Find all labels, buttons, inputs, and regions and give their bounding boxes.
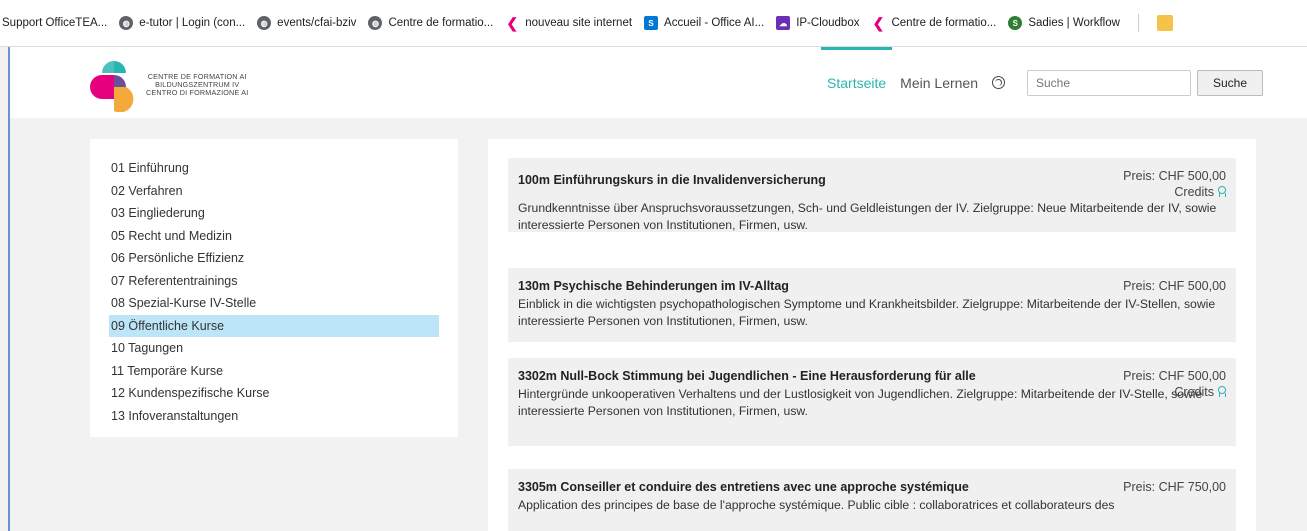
course-title[interactable]: 3305m Conseiller et conduire des entreti… (518, 479, 988, 495)
bookmark-support-officetea[interactable]: Support OfficeTEA... (2, 17, 107, 29)
cfai-logo-icon: ❮ (872, 14, 885, 31)
site-header: CENTRE DE FORMATION AI BILDUNGSZENTRUM I… (10, 47, 1307, 118)
nav-home[interactable]: Startseite (821, 47, 893, 118)
course-description: Application des principes de base de l'a… (518, 498, 1115, 512)
award-icon (1217, 186, 1226, 197)
price-text: Preis: CHF 500,00 (1123, 279, 1226, 293)
sidebar-item-spezial-kurse[interactable]: 08 Spezial-Kurse IV-Stelle (109, 292, 439, 315)
credits-label: Credits (1123, 384, 1226, 400)
sharepoint-icon: S (644, 16, 659, 30)
category-sidebar: 01 Einführung 02 Verfahren 03 Einglieder… (90, 139, 458, 437)
sidebar-item-einfuehrung[interactable]: 01 Einführung (109, 157, 439, 180)
language-globe-icon[interactable] (992, 76, 1005, 89)
globe-icon: ◍ (368, 16, 383, 30)
bookmark-centre-formation-2[interactable]: ❮ Centre de formatio... (871, 14, 997, 31)
sidebar-item-temporaere-kurse[interactable]: 11 Temporäre Kurse (109, 360, 439, 383)
sidebar-item-recht-medizin[interactable]: 05 Recht und Medizin (109, 225, 439, 248)
bookmark-label: e-tutor | Login (con... (139, 17, 246, 29)
bookmark-sadies[interactable]: S Sadies | Workflow (1008, 16, 1120, 30)
course-title[interactable]: 3302m Null-Bock Stimmung bei Jugendliche… (518, 368, 988, 384)
award-icon (1217, 386, 1226, 397)
bookmark-nouveau-site[interactable]: ❮ nouveau site internet (505, 14, 633, 31)
bookmarks-divider (1137, 14, 1139, 32)
course-price: Preis: CHF 500,00 Credits (1123, 368, 1226, 400)
bookmark-label: Centre de formatio... (891, 17, 997, 29)
sidebar-item-eingliederung[interactable]: 03 Eingliederung (109, 202, 439, 225)
logo-mark-icon (90, 61, 134, 112)
nav-my-learning[interactable]: Mein Lernen (900, 47, 978, 118)
course-price: Preis: CHF 500,00 (1123, 278, 1226, 294)
bookmark-accueil-office[interactable]: S Accueil - Office AI... (644, 16, 764, 30)
globe-icon: ◍ (119, 16, 134, 30)
bookmark-label: Sadies | Workflow (1028, 17, 1120, 29)
price-text: Preis: CHF 500,00 (1123, 369, 1226, 383)
course-description: Einblick in die wichtigsten psychopathol… (518, 297, 1216, 328)
credits-text: Credits (1174, 185, 1214, 199)
bookmark-centre-formation-1[interactable]: ◍ Centre de formatio... (368, 16, 493, 30)
course-card[interactable]: 100m Einführungskurs in die Invalidenver… (508, 158, 1236, 232)
credits-text: Credits (1174, 385, 1214, 399)
bookmark-ip-cloudbox[interactable]: ☁ IP-Cloudbox (776, 16, 859, 30)
cfai-logo-icon: ❮ (506, 14, 519, 31)
course-price: Preis: CHF 750,00 (1123, 479, 1226, 495)
search-button[interactable]: Suche (1197, 69, 1263, 96)
logo-text: CENTRE DE FORMATION AI BILDUNGSZENTRUM I… (146, 73, 248, 97)
globe-icon: ◍ (257, 16, 272, 30)
course-card[interactable]: 3305m Conseiller et conduire des entreti… (508, 469, 1236, 531)
course-card[interactable]: 3302m Null-Bock Stimmung bei Jugendliche… (508, 358, 1236, 446)
bookmark-label: Centre de formatio... (388, 17, 494, 29)
logo-line-3: CENTRO DI FORMAZIONE AI (146, 88, 249, 97)
price-text: Preis: CHF 500,00 (1123, 169, 1226, 183)
folder-icon[interactable] (1156, 15, 1173, 31)
course-description: Hintergründe unkooperativen Verhaltens u… (518, 387, 1203, 418)
sidebar-item-referententrainings[interactable]: 07 Referententrainings (109, 270, 439, 293)
course-title[interactable]: 130m Psychische Behinderungen im IV-Allt… (518, 278, 988, 294)
bookmark-label: Support OfficeTEA... (2, 17, 108, 29)
sidebar-item-persoenliche-effizienz[interactable]: 06 Persönliche Effizienz (109, 247, 439, 270)
bookmark-e-tutor[interactable]: ◍ e-tutor | Login (con... (119, 16, 245, 30)
sadies-icon: S (1008, 16, 1023, 30)
credits-label: Credits (1123, 184, 1226, 200)
course-title[interactable]: 100m Einführungskurs in die Invalidenver… (518, 172, 988, 188)
cloudbox-icon: ☁ (776, 16, 791, 30)
bookmark-label: events/cfai-bziv (277, 17, 357, 29)
sidebar-item-verfahren[interactable]: 02 Verfahren (109, 180, 439, 203)
sidebar-item-oeffentliche-kurse[interactable]: 09 Öffentliche Kurse (109, 314, 439, 337)
bookmark-label: IP-Cloudbox (796, 17, 860, 29)
bookmark-events[interactable]: ◍ events/cfai-bziv (257, 16, 356, 30)
bookmarks-bar: Support OfficeTEA... ◍ e-tutor | Login (… (0, 0, 1307, 47)
sidebar-item-tagungen[interactable]: 10 Tagungen (109, 337, 439, 360)
course-list: 100m Einführungskurs in die Invalidenver… (488, 139, 1256, 531)
course-description: Grundkenntnisse über Anspruchsvoraussetz… (518, 201, 1217, 232)
search-input[interactable] (1027, 69, 1191, 96)
page-frame: CENTRE DE FORMATION AI BILDUNGSZENTRUM I… (8, 47, 1307, 531)
course-card[interactable]: 130m Psychische Behinderungen im IV-Allt… (508, 268, 1236, 342)
price-text: Preis: CHF 750,00 (1123, 480, 1226, 494)
course-price: Preis: CHF 500,00 Credits (1123, 168, 1226, 200)
main-nav: Startseite Mein Lernen Suche (821, 47, 1307, 118)
sidebar-item-infoveranstaltungen[interactable]: 13 Infoveranstaltungen (109, 405, 439, 428)
bookmark-label: Accueil - Office AI... (664, 17, 765, 29)
bookmark-label: nouveau site internet (525, 17, 633, 29)
site-logo[interactable]: CENTRE DE FORMATION AI BILDUNGSZENTRUM I… (90, 57, 290, 112)
sidebar-item-kundenspezifische-kurse[interactable]: 12 Kundenspezifische Kurse (109, 382, 439, 405)
